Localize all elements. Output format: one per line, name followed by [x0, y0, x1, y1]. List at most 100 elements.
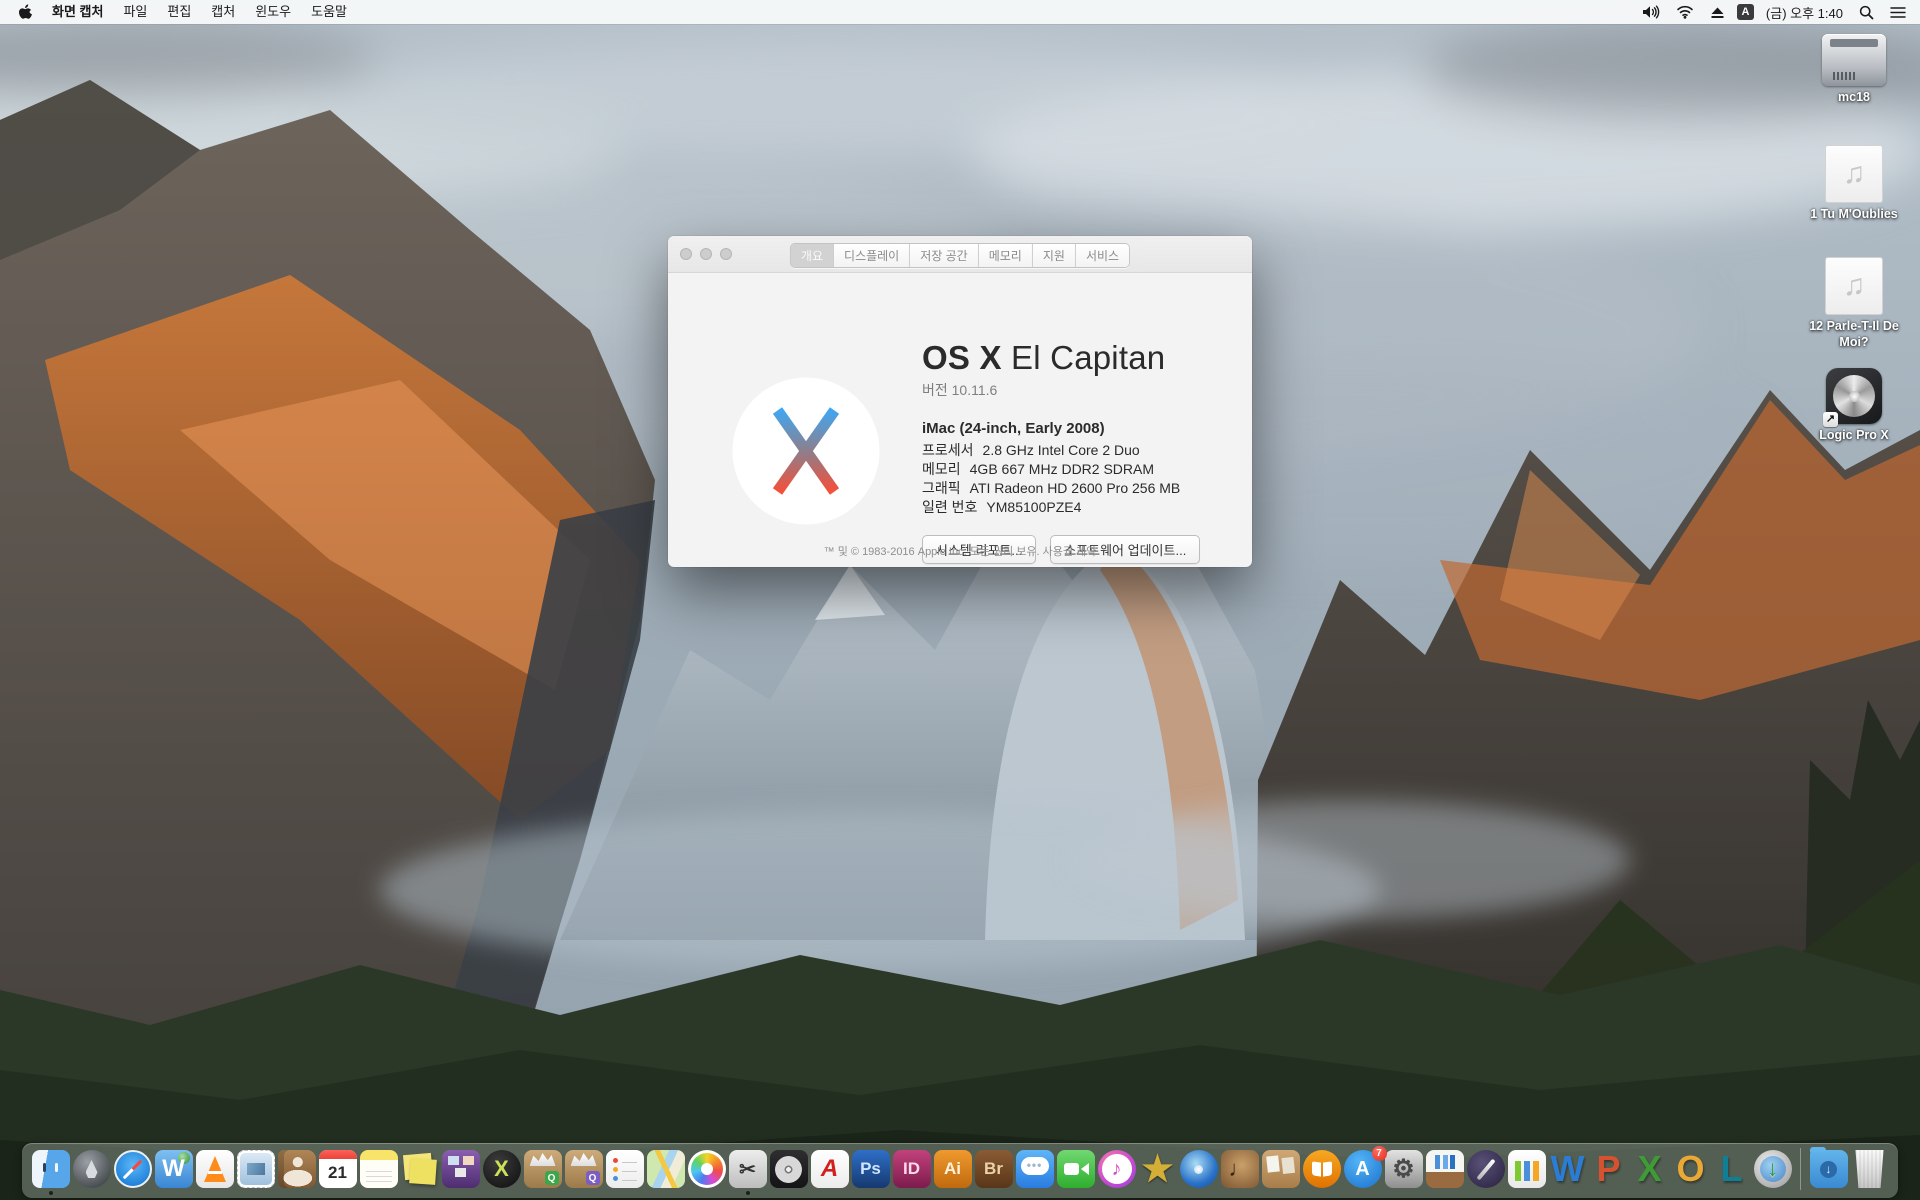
dock-item-dropstuff[interactable]: Q — [565, 1150, 603, 1188]
dock-item-keynote[interactable] — [1426, 1150, 1464, 1188]
desktop-icon-drive-0[interactable]: mc18 — [1798, 34, 1910, 106]
window-titlebar[interactable]: 개요디스플레이저장 공간메모리지원서비스 — [668, 236, 1252, 273]
dock-item-calendar[interactable]: 21 — [319, 1150, 357, 1188]
spec-row-2: 그래픽ATI Radeon HD 2600 Pro 256 MB — [922, 479, 1232, 498]
contacts-icon — [278, 1150, 316, 1188]
dock-item-lync[interactable]: L — [1713, 1150, 1751, 1188]
menu-item-5[interactable]: 도움말 — [301, 4, 357, 19]
dock-item-photo-booth[interactable] — [442, 1150, 480, 1188]
dock-separator — [1800, 1148, 1801, 1190]
dock-item-imovie[interactable]: ★ — [1139, 1150, 1177, 1188]
menu-item-2[interactable]: 편집 — [157, 4, 201, 19]
web-downloader-icon: ↓ — [1754, 1150, 1792, 1188]
dock-item-mail[interactable] — [237, 1150, 275, 1188]
dock-item-screen-capture[interactable]: ✂ — [729, 1150, 767, 1188]
dock-item-facetime[interactable] — [1057, 1150, 1095, 1188]
spec-label: 일련 번호 — [922, 498, 977, 517]
dock-item-w-app[interactable]: W — [155, 1150, 193, 1188]
dock-item-app-store[interactable]: A7 — [1344, 1150, 1382, 1188]
dock-item-reminders[interactable] — [606, 1150, 644, 1188]
finder-icon — [32, 1150, 70, 1188]
spec-row-0: 프로세서 2.8 GHz Intel Core 2 Duo — [922, 441, 1232, 460]
dock-item-excel[interactable]: X — [1631, 1150, 1669, 1188]
app-store-glyph: A — [1355, 1158, 1369, 1181]
dock-item-safari[interactable] — [114, 1150, 152, 1188]
dock-item-bridge[interactable]: Br — [975, 1150, 1013, 1188]
dock-item-pages[interactable] — [1467, 1150, 1505, 1188]
about-tab-0[interactable]: 개요 — [791, 244, 834, 267]
spec-label: 프로세서 — [922, 441, 974, 460]
dock-item-xee[interactable]: X — [483, 1150, 521, 1188]
spec-label: 메모리 — [922, 460, 961, 479]
dock-item-vlc[interactable] — [196, 1150, 234, 1188]
dock-item-trash[interactable] — [1851, 1150, 1889, 1188]
menu-item-1[interactable]: 파일 — [113, 4, 157, 19]
corkboard-icon — [1262, 1150, 1300, 1188]
about-tab-4[interactable]: 지원 — [1033, 244, 1076, 267]
dock-item-contacts[interactable] — [278, 1150, 316, 1188]
dock-item-idvd[interactable] — [1180, 1150, 1218, 1188]
dock-item-messages[interactable]: ••• — [1016, 1150, 1054, 1188]
dock-item-photoshop[interactable]: Ps — [852, 1150, 890, 1188]
dock-item-downloads-folder[interactable] — [1810, 1150, 1848, 1188]
spec-value: 2.8 GHz Intel Core 2 Duo — [983, 441, 1140, 460]
menu-item-3[interactable]: 캡처 — [201, 4, 245, 19]
dock-item-acrobat[interactable]: A — [811, 1150, 849, 1188]
menu-item-0[interactable]: 화면 캡처 — [42, 4, 113, 19]
about-tab-5[interactable]: 서비스 — [1076, 244, 1129, 267]
downloads-folder-icon — [1810, 1150, 1848, 1188]
spotlight-icon[interactable] — [1855, 5, 1878, 20]
about-tab-3[interactable]: 메모리 — [979, 244, 1033, 267]
dock-item-illustrator[interactable]: Ai — [934, 1150, 972, 1188]
volume-icon[interactable] — [1638, 5, 1664, 19]
dock-item-indesign[interactable]: ID — [893, 1150, 931, 1188]
word-icon: W — [1549, 1150, 1587, 1188]
dock-item-corkboard[interactable] — [1262, 1150, 1300, 1188]
dock-item-ibooks[interactable] — [1303, 1150, 1341, 1188]
close-button[interactable] — [680, 248, 692, 260]
reminders-icon — [606, 1150, 644, 1188]
dock-item-finder[interactable] — [32, 1150, 70, 1188]
spec-row-1: 메모리4GB 667 MHz DDR2 SDRAM — [922, 460, 1232, 479]
desktop-icon-label: 12 Parle-T-Il De Moi? — [1798, 319, 1910, 350]
dock-item-photos[interactable] — [688, 1150, 726, 1188]
screen-capture-glyph: ✂ — [739, 1157, 756, 1182]
menu-clock[interactable]: (금) 오후 1:40 — [1762, 3, 1847, 22]
spec-value: YM85100PZE4 — [986, 498, 1081, 517]
calendar-glyph: 21 — [328, 1163, 347, 1183]
dock-item-launchpad[interactable] — [73, 1150, 111, 1188]
dock-item-garageband[interactable]: ♩ — [1221, 1150, 1259, 1188]
dock-item-outlook[interactable]: O — [1672, 1150, 1710, 1188]
zoom-button[interactable] — [720, 248, 732, 260]
logic-icon: ↗ — [1826, 368, 1882, 424]
dock-item-word[interactable]: W — [1549, 1150, 1587, 1188]
dock-item-system-preferences[interactable]: ⚙ — [1385, 1150, 1423, 1188]
dock-item-itunes[interactable]: ♪ — [1098, 1150, 1136, 1188]
minimize-button[interactable] — [700, 248, 712, 260]
about-tab-1[interactable]: 디스플레이 — [834, 244, 910, 267]
xee-glyph: X — [494, 1156, 509, 1182]
dock-item-maps[interactable] — [647, 1150, 685, 1188]
spec-label: 그래픽 — [922, 479, 961, 498]
dock-item-stuffit-expander[interactable]: Q — [524, 1150, 562, 1188]
mac-model: iMac (24-inch, Early 2008) — [922, 420, 1232, 437]
desktop-icon-audio-2[interactable]: ♫12 Parle-T-Il De Moi? — [1798, 257, 1910, 350]
dock-item-dvd-player[interactable] — [770, 1150, 808, 1188]
about-tab-2[interactable]: 저장 공간 — [910, 244, 979, 267]
dock-item-notes[interactable] — [360, 1150, 398, 1188]
dock-item-numbers[interactable] — [1508, 1150, 1546, 1188]
dock-item-stickies[interactable] — [401, 1150, 439, 1188]
eject-icon[interactable] — [1706, 6, 1729, 19]
wifi-icon[interactable] — [1672, 5, 1698, 19]
menu-item-4[interactable]: 윈도우 — [245, 4, 301, 19]
notification-center-icon[interactable] — [1886, 6, 1910, 19]
apple-menu-icon[interactable] — [10, 4, 42, 21]
dock-item-web-downloader[interactable]: ↓ — [1754, 1150, 1792, 1188]
dock-item-powerpoint[interactable]: P — [1590, 1150, 1628, 1188]
dropstuff-glyph: Q — [586, 1171, 600, 1185]
desktop-icon-label: 1 Tu M'Oublies — [1810, 207, 1897, 223]
messages-glyph: ••• — [1027, 1158, 1043, 1172]
desktop-icon-logic-3[interactable]: ↗Logic Pro X — [1798, 368, 1910, 444]
desktop-icon-audio-1[interactable]: ♫1 Tu M'Oublies — [1798, 145, 1910, 223]
input-source-indicator[interactable]: A — [1737, 4, 1754, 20]
